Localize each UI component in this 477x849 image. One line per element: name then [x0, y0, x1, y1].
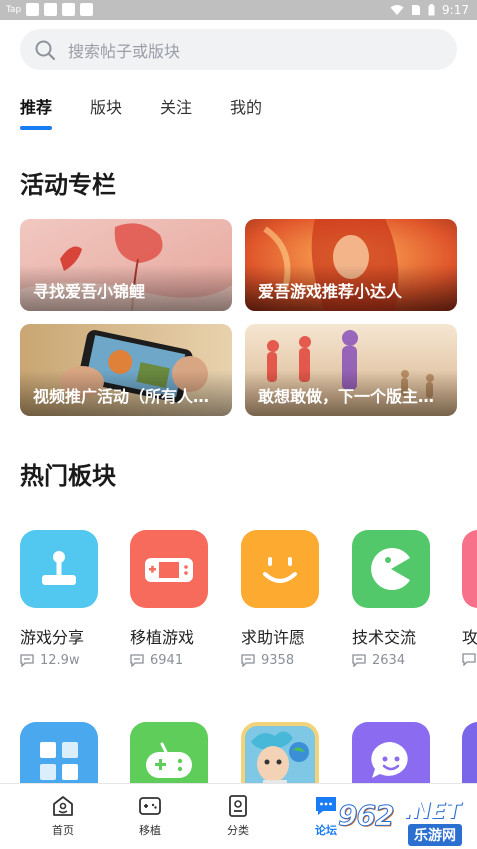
- activity-card-title: 寻找爱吾小锦鲤: [33, 282, 146, 301]
- top-tabs: 推荐 版块 关注 我的: [20, 94, 300, 130]
- board-count-value: 12.9w: [40, 653, 80, 668]
- board-item[interactable]: 攻略: [462, 530, 477, 666]
- board-post-count: 12.9w: [20, 653, 98, 668]
- board-name: 技术交流: [352, 628, 417, 647]
- status-app-tag: Tap: [6, 4, 22, 15]
- joystick-icon: [20, 530, 98, 608]
- board-name: 游戏分享: [20, 628, 85, 647]
- board-name: 求助许愿: [241, 628, 306, 647]
- tab-boards[interactable]: 版块: [90, 94, 122, 128]
- comment-icon: [130, 654, 144, 667]
- nav-home[interactable]: 首页: [33, 794, 93, 838]
- comment-icon: [20, 654, 34, 667]
- handheld-console-icon: [130, 530, 208, 608]
- partial-board-icon: [462, 530, 477, 608]
- watermark-suffix: .NET: [404, 799, 461, 824]
- board-post-count: 2634: [352, 653, 430, 668]
- board-item[interactable]: 游戏分享 12.9w: [20, 530, 98, 668]
- forum-icon: [316, 797, 336, 815]
- board-item[interactable]: 求助许愿 9358: [241, 530, 319, 668]
- notification-icon: [44, 3, 58, 16]
- comment-icon: [352, 654, 366, 667]
- board-name: 移植游戏: [130, 628, 195, 647]
- tab-mine[interactable]: 我的: [230, 94, 262, 128]
- status-bar: Tap 9:17: [0, 0, 477, 20]
- search-placeholder: 搜索帖子或版块: [68, 41, 181, 61]
- pacman-icon: [352, 530, 430, 608]
- wifi-icon: [390, 5, 404, 15]
- notification-icon: [80, 3, 94, 16]
- search-icon: [35, 40, 56, 60]
- activity-card[interactable]: 敢想敢做，下一个版主就是你: [245, 324, 457, 416]
- category-icon: [229, 795, 247, 817]
- status-time: 9:17: [442, 3, 469, 17]
- tab-label: 关注: [160, 98, 193, 117]
- board-count-value: 2634: [372, 653, 406, 668]
- notification-icon: [62, 3, 76, 16]
- board-post-count: 6941: [130, 653, 208, 668]
- battery-icon: [428, 4, 435, 16]
- tab-label: 版块: [90, 98, 123, 117]
- activity-card-title: 爱吾游戏推荐小达人: [258, 282, 403, 301]
- board-count-value: 9358: [261, 653, 295, 668]
- nav-label: 首页: [52, 824, 74, 837]
- tab-recommend[interactable]: 推荐: [20, 94, 53, 130]
- tab-following[interactable]: 关注: [160, 94, 192, 128]
- site-watermark-logo: 962 .NET 乐游网: [337, 799, 474, 846]
- smile-face-icon: [241, 530, 319, 608]
- activity-section-title: 活动专栏: [20, 171, 116, 199]
- nav-category[interactable]: 分类: [208, 794, 268, 838]
- hot-section-title: 热门板块: [20, 462, 116, 490]
- activity-card[interactable]: 视频推广活动（所有人都可参加）: [20, 324, 232, 416]
- board-name: 攻略: [462, 628, 477, 647]
- home-icon: [53, 796, 73, 816]
- watermark-number: 962: [337, 799, 394, 833]
- tab-label: 我的: [230, 98, 263, 117]
- activity-card-title: 视频推广活动（所有人都可参加）: [33, 387, 220, 406]
- activity-card[interactable]: 寻找爱吾小锦鲤: [20, 219, 232, 311]
- board-item[interactable]: 移植游戏 6941: [130, 530, 208, 668]
- tab-label: 推荐: [20, 98, 53, 117]
- nav-port[interactable]: 移植: [120, 794, 180, 838]
- nav-label: 分类: [227, 824, 249, 837]
- board-count-value: 6941: [150, 653, 184, 668]
- watermark-subtitle: 乐游网: [408, 824, 462, 846]
- activity-card[interactable]: 爱吾游戏推荐小达人: [245, 219, 457, 311]
- comment-icon: [241, 654, 255, 667]
- search-input[interactable]: 搜索帖子或版块: [20, 29, 457, 70]
- notification-icon: [26, 3, 40, 16]
- nav-label: 论坛: [315, 824, 337, 837]
- comment-icon: [462, 653, 476, 666]
- activity-card-title: 敢想敢做，下一个版主就是你: [258, 387, 445, 406]
- sim-icon: [412, 5, 421, 15]
- board-post-count: [462, 653, 477, 666]
- nav-label: 移植: [139, 824, 161, 837]
- active-tab-indicator: [20, 126, 52, 130]
- board-post-count: 9358: [241, 653, 319, 668]
- gamepad-icon: [139, 797, 161, 815]
- board-item[interactable]: 技术交流 2634: [352, 530, 430, 668]
